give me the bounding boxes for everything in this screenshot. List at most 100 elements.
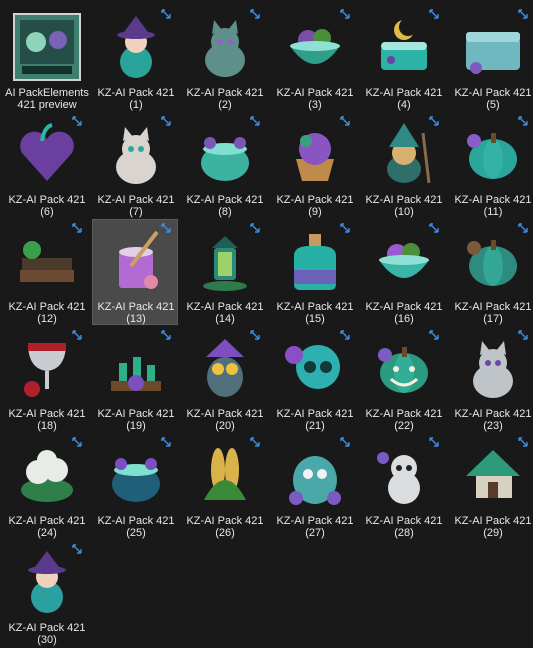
cat-thumbnail-art — [473, 341, 513, 398]
sync-arrows-icon — [250, 330, 260, 340]
file-thumbnail[interactable] — [98, 437, 174, 513]
file-item[interactable]: KZ-AI Pack 421 (6) — [3, 112, 89, 218]
file-thumbnail[interactable] — [9, 9, 85, 85]
file-item[interactable]: KZ-AI Pack 421 (17) — [449, 219, 533, 325]
sync-arrows-icon — [161, 437, 171, 447]
file-item[interactable]: KZ-AI Pack 421 (1) — [92, 5, 178, 111]
file-name-line-1: KZ-AI Pack 421 — [8, 515, 86, 527]
file-item[interactable]: KZ-AI Pack 421 (18) — [3, 326, 89, 432]
file-item[interactable]: KZ-AI Pack 421 (20) — [181, 326, 267, 432]
lantern-thumbnail-art — [203, 236, 247, 291]
file-thumbnail[interactable] — [98, 9, 174, 85]
monster-thumbnail-art — [289, 456, 341, 505]
file-name-label: KZ-AI Pack 421 (24) — [4, 515, 90, 539]
file-thumbnail[interactable] — [366, 223, 442, 299]
file-thumbnail[interactable] — [277, 223, 353, 299]
skull-thumbnail-art — [285, 345, 340, 389]
file-name-line-1: KZ-AI Pack 421 — [186, 515, 264, 527]
file-item[interactable]: KZ-AI Pack 421 (4) — [360, 5, 446, 111]
file-thumbnail[interactable] — [455, 330, 531, 406]
file-thumbnail[interactable] — [455, 437, 531, 513]
file-thumbnail[interactable] — [277, 116, 353, 192]
sync-arrows-icon — [161, 223, 171, 233]
file-name-line-2: (14) — [215, 313, 235, 325]
file-item[interactable]: KZ-AI Pack 421 (26) — [181, 433, 267, 539]
file-thumbnail[interactable] — [455, 116, 531, 192]
sync-arrows-icon — [518, 437, 528, 447]
file-item[interactable]: KZ-AI Pack 421 (9) — [271, 112, 357, 218]
file-thumbnail[interactable] — [187, 330, 263, 406]
file-name-line-2: (27) — [305, 527, 325, 539]
file-item[interactable]: KZ-AI Pack 421 (29) — [449, 433, 533, 539]
file-thumbnail[interactable] — [9, 223, 85, 299]
file-thumbnail[interactable] — [9, 116, 85, 192]
file-item[interactable]: KZ-AI Pack 421 (12) — [3, 219, 89, 325]
file-item[interactable]: KZ-AI Pack 421 (30) — [3, 540, 89, 646]
file-item[interactable]: KZ-AI Pack 421 (19) — [92, 326, 178, 432]
file-thumbnail[interactable] — [277, 330, 353, 406]
file-thumbnail[interactable] — [455, 223, 531, 299]
sync-arrows-icon — [429, 9, 439, 19]
file-thumbnail[interactable] — [277, 9, 353, 85]
file-thumbnail[interactable] — [187, 9, 263, 85]
file-item[interactable]: KZ-AI Pack 421 (2) — [181, 5, 267, 111]
file-item[interactable]: KZ-AI Pack 421 (3) — [271, 5, 357, 111]
file-item[interactable]: KZ-AI Pack 421 (5) — [449, 5, 533, 111]
file-name-line-1: KZ-AI Pack 421 — [276, 515, 354, 527]
file-name-line-2: (30) — [37, 634, 57, 646]
file-name-label: KZ-AI Pack 421 (6) — [4, 194, 90, 218]
sync-arrows-icon — [250, 437, 260, 447]
file-item[interactable]: KZ-AI Pack 421 (24) — [3, 433, 89, 539]
sync-arrows-icon — [161, 116, 171, 126]
file-item[interactable]: KZ-AI Pack 421 (23) — [449, 326, 533, 432]
file-grid: AI PackElements 421 preview KZ-AI Pack 421… — [0, 0, 533, 648]
file-thumbnail[interactable] — [366, 437, 442, 513]
file-name-label: KZ-AI Pack 421 (11) — [450, 194, 533, 218]
file-item[interactable]: KZ-AI Pack 421 (16) — [360, 219, 446, 325]
file-thumbnail[interactable] — [366, 9, 442, 85]
file-name-label: KZ-AI Pack 421 (3) — [272, 87, 358, 111]
file-item[interactable]: KZ-AI Pack 421 (7) — [92, 112, 178, 218]
file-name-line-2: (20) — [215, 420, 235, 432]
file-thumbnail[interactable] — [98, 116, 174, 192]
file-thumbnail[interactable] — [366, 330, 442, 406]
file-thumbnail[interactable] — [98, 223, 174, 299]
file-item[interactable]: KZ-AI Pack 421 (11) — [449, 112, 533, 218]
file-item[interactable]: KZ-AI Pack 421 (22) — [360, 326, 446, 432]
file-item[interactable]: KZ-AI Pack 421 (10) — [360, 112, 446, 218]
file-name-line-2: (12) — [37, 313, 57, 325]
file-item[interactable]: KZ-AI Pack 421 (28) — [360, 433, 446, 539]
file-name-line-1: KZ-AI Pack 421 — [276, 87, 354, 99]
house-thumbnail-art — [466, 450, 520, 498]
file-name-line-2: (17) — [483, 313, 503, 325]
file-name-line-1: AI PackElements — [5, 87, 89, 99]
box-thumbnail-art — [466, 32, 520, 74]
file-thumbnail[interactable] — [187, 223, 263, 299]
file-thumbnail[interactable] — [98, 330, 174, 406]
file-item[interactable]: KZ-AI Pack 421 (8) — [181, 112, 267, 218]
file-item[interactable]: AI PackElements 421 preview — [3, 5, 89, 111]
file-name-line-1: KZ-AI Pack 421 — [8, 408, 86, 420]
file-item[interactable]: KZ-AI Pack 421 (25) — [92, 433, 178, 539]
file-item[interactable]: KZ-AI Pack 421 (21) — [271, 326, 357, 432]
file-item[interactable]: KZ-AI Pack 421 (14) — [181, 219, 267, 325]
file-thumbnail[interactable] — [277, 437, 353, 513]
file-thumbnail[interactable] — [9, 330, 85, 406]
file-name-line-1: KZ-AI Pack 421 — [454, 87, 532, 99]
file-name-label: KZ-AI Pack 421 (21) — [272, 408, 358, 432]
file-thumbnail[interactable] — [187, 437, 263, 513]
file-name-line-1: KZ-AI Pack 421 — [365, 87, 443, 99]
file-name-line-1: KZ-AI Pack 421 — [97, 194, 175, 206]
file-name-label: KZ-AI Pack 421 (5) — [450, 87, 533, 111]
file-name-line-2: (7) — [129, 206, 143, 218]
file-item[interactable]: KZ-AI Pack 421 (13) — [92, 219, 178, 325]
sync-arrows-icon — [340, 330, 350, 340]
file-thumbnail[interactable] — [455, 9, 531, 85]
file-thumbnail[interactable] — [9, 437, 85, 513]
file-item[interactable]: KZ-AI Pack 421 (27) — [271, 433, 357, 539]
file-thumbnail[interactable] — [366, 116, 442, 192]
file-thumbnail[interactable] — [187, 116, 263, 192]
file-thumbnail[interactable] — [9, 544, 85, 620]
file-name-line-2: (4) — [397, 99, 411, 111]
file-item[interactable]: KZ-AI Pack 421 (15) — [271, 219, 357, 325]
